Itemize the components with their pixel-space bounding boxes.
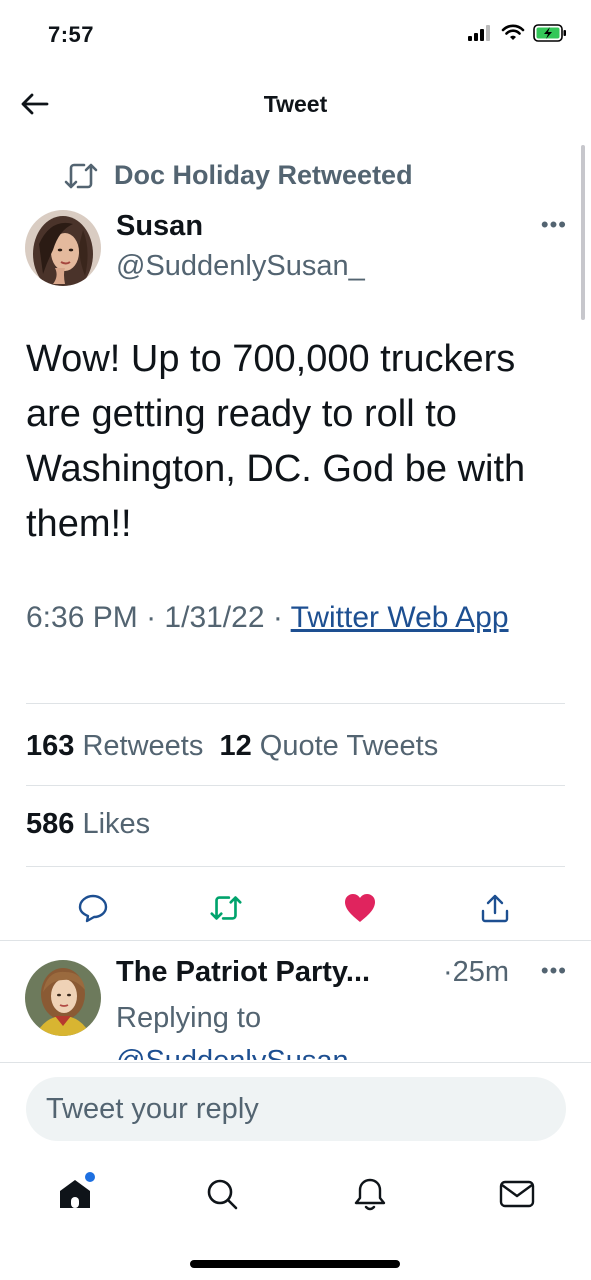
status-time: 7:57 <box>48 22 95 47</box>
tab-home[interactable] <box>53 1172 97 1216</box>
retweet-icon <box>210 896 242 920</box>
reply-compose-box[interactable] <box>26 1077 566 1141</box>
reply-input[interactable] <box>26 1077 566 1141</box>
bell-icon <box>354 1178 386 1211</box>
battery-icon <box>533 24 566 42</box>
notification-dot <box>85 1172 95 1182</box>
meta-separator: · <box>272 601 283 634</box>
likes-stat[interactable]: 586 Likes <box>26 808 150 841</box>
meta-separator: · <box>146 601 157 634</box>
tab-notifications[interactable] <box>348 1172 392 1216</box>
retweets-stat[interactable]: 163 Retweets <box>26 730 203 762</box>
tab-search[interactable] <box>200 1172 244 1216</box>
replying-to-handle-clip: @SuddenlySusan_ <box>116 1044 416 1060</box>
quotes-label: Quote Tweets <box>259 730 439 762</box>
divider <box>0 1062 591 1063</box>
retweet-icon <box>64 163 98 188</box>
more-icon: ••• <box>540 212 567 237</box>
status-icons <box>467 24 567 42</box>
retweet-stats: 163 Retweets 12 Quote Tweets <box>26 730 438 763</box>
reply-author-name[interactable]: The Patriot Party... <box>116 956 421 989</box>
wifi-icon <box>501 24 525 40</box>
quotes-count: 12 <box>219 730 252 762</box>
replying-to-label: Replying to <box>116 1002 262 1034</box>
share-icon <box>481 894 509 923</box>
retweet-context-label: Doc Holiday Retweeted <box>114 160 413 190</box>
tweet-text: Wow! Up to 700,000 truckers are getting … <box>26 338 526 545</box>
more-options-button[interactable]: ••• <box>541 212 567 238</box>
search-icon <box>207 1179 238 1210</box>
signal-icon <box>468 25 490 41</box>
divider <box>26 703 565 704</box>
reply-time: ·25m <box>443 956 510 988</box>
page-title: Tweet <box>263 91 328 117</box>
tweet-date: 1/31/22 <box>164 601 265 634</box>
reply-more-button[interactable]: ••• <box>541 958 567 984</box>
status-bar: 7:57 <box>0 0 591 70</box>
divider <box>26 866 565 867</box>
likes-count: 586 <box>26 808 75 840</box>
likes-label: Likes <box>82 808 151 840</box>
tweet-meta: 6:36 PM · 1/31/22 · Twitter Web App <box>26 595 546 640</box>
nav-header: Tweet <box>0 70 591 140</box>
tab-messages[interactable] <box>495 1172 539 1216</box>
retweets-count: 163 <box>26 730 75 762</box>
action-bar <box>0 880 591 935</box>
tweet-source-link[interactable]: Twitter Web App <box>291 601 509 634</box>
reply-author-avatar[interactable] <box>25 960 101 1036</box>
author-avatar[interactable] <box>25 210 101 286</box>
heart-icon <box>345 894 375 922</box>
reply-button[interactable] <box>73 888 113 928</box>
scrollbar[interactable] <box>581 145 585 320</box>
author-handle[interactable]: @SuddenlySusan_ <box>116 250 365 283</box>
author-name[interactable]: Susan <box>116 210 203 243</box>
replying-to-handle[interactable]: @SuddenlySusan_ <box>116 1044 416 1060</box>
reply-icon <box>78 894 108 923</box>
share-button[interactable] <box>475 888 515 928</box>
like-button[interactable] <box>340 888 380 928</box>
retweets-label: Retweets <box>82 730 204 762</box>
divider <box>0 940 591 941</box>
quotes-stat[interactable]: 12 Quote Tweets <box>219 730 438 762</box>
divider <box>26 785 565 786</box>
tab-bar <box>0 1160 591 1230</box>
retweet-context[interactable]: Doc Holiday Retweeted <box>62 160 413 191</box>
retweet-button[interactable] <box>206 888 246 928</box>
tweet-time: 6:36 PM <box>26 601 138 634</box>
mail-icon <box>499 1180 535 1208</box>
more-icon: ••• <box>540 958 567 983</box>
home-indicator[interactable] <box>190 1260 400 1268</box>
